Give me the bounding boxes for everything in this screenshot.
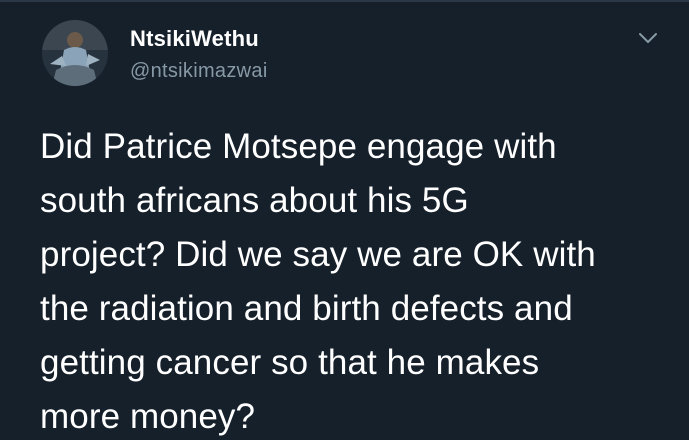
tweet-text: Did Patrice Motsepe engage with south af… xyxy=(40,127,596,436)
author-display-name[interactable]: NtsikiWethu xyxy=(130,25,259,53)
tweet-card: NtsikiWethu @ntsikimazwai Did Patrice Mo… xyxy=(0,0,689,440)
author-handle[interactable]: @ntsikimazwai xyxy=(130,58,268,84)
avatar-image xyxy=(42,20,108,86)
author-avatar[interactable] xyxy=(42,20,108,86)
chevron-down-icon[interactable] xyxy=(636,26,660,50)
